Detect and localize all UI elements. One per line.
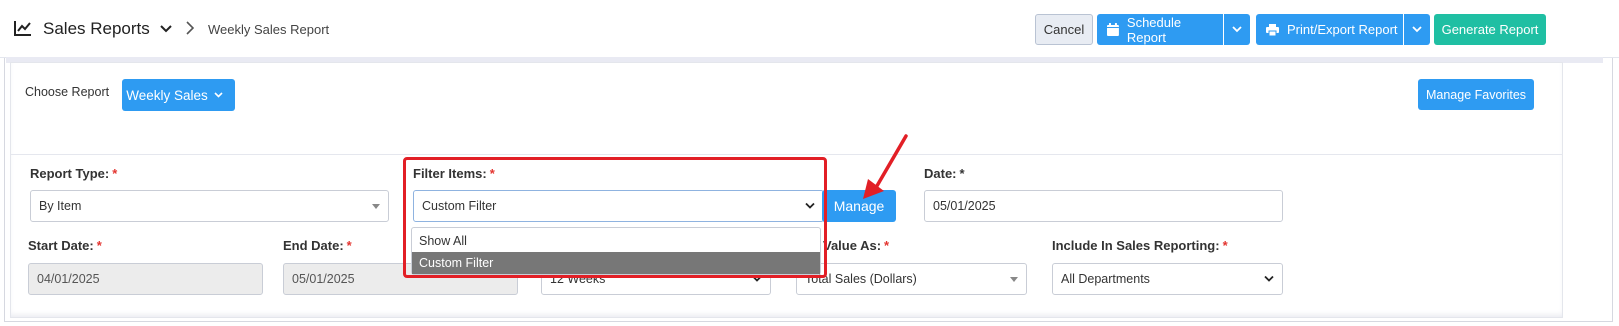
value-as-label: Value As: * (823, 238, 889, 253)
schedule-report-label: Schedule Report (1126, 14, 1182, 45)
date-input[interactable]: 05/01/2025 (924, 190, 1283, 222)
date-label-text: Date: (924, 166, 957, 181)
include-sales-value: All Departments (1061, 272, 1150, 286)
start-date-value: 04/01/2025 (37, 272, 100, 286)
generate-report-button[interactable]: Generate Report (1434, 14, 1546, 45)
chevron-down-icon (1412, 26, 1422, 33)
print-export-dropdown-button[interactable] (1404, 14, 1430, 45)
date-value: 05/01/2025 (933, 199, 996, 213)
annotation-highlight-box (403, 157, 827, 278)
required-marker: * (112, 166, 118, 181)
choose-report-label: Choose Report (25, 85, 110, 99)
schedule-report-button[interactable]: Schedule Report (1097, 14, 1223, 45)
chevron-down-icon[interactable] (160, 25, 172, 33)
end-date-label: End Date: * (283, 238, 352, 253)
required-marker: * (346, 238, 352, 253)
required-marker: * (884, 238, 890, 253)
chevron-right-icon (186, 21, 194, 35)
report-type-value: By Item (39, 199, 82, 213)
chevron-down-icon (1264, 275, 1274, 282)
breadcrumb-current: Weekly Sales Report (208, 22, 330, 37)
schedule-report-dropdown-button[interactable] (1224, 14, 1250, 45)
end-date-label-text: End Date: (283, 238, 344, 253)
required-marker: * (96, 238, 102, 253)
start-date-input: 04/01/2025 (28, 263, 263, 295)
calendar-icon (1107, 23, 1119, 36)
include-sales-label: Include In Sales Reporting: * (1052, 238, 1228, 253)
chevron-down-icon (214, 92, 223, 98)
print-export-button[interactable]: Print/Export Report (1256, 14, 1403, 45)
manage-favorites-button[interactable]: Manage Favorites (1418, 79, 1534, 110)
report-type-select[interactable]: By Item (30, 190, 389, 222)
annotation-arrow-icon (863, 134, 908, 199)
report-type-label-text: Report Type: (30, 166, 110, 181)
printer-icon (1266, 23, 1279, 36)
required-marker: * (959, 166, 965, 181)
value-as-label-text: Value As: (823, 238, 882, 253)
section-divider (11, 154, 1563, 155)
print-export-label: Print/Export Report (1287, 22, 1398, 37)
choose-report-dropdown[interactable]: Weekly Sales (122, 79, 235, 111)
app-title: Sales Reports (43, 19, 150, 38)
include-sales-select[interactable]: All Departments (1052, 263, 1283, 295)
top-header: Sales Reports Weekly Sales Report Cancel… (0, 0, 1619, 58)
value-as-select[interactable]: Total Sales (Dollars) (796, 263, 1027, 295)
start-date-label-text: Start Date: (28, 238, 94, 253)
end-date-value: 05/01/2025 (292, 272, 355, 286)
required-marker: * (1222, 238, 1228, 253)
chevron-down-icon (1232, 26, 1242, 33)
choose-report-value: Weekly Sales (126, 87, 208, 103)
start-date-label: Start Date: * (28, 238, 102, 253)
cancel-button[interactable]: Cancel (1035, 14, 1093, 45)
line-chart-icon (14, 21, 31, 36)
date-label: Date: * (924, 166, 965, 181)
report-type-label: Report Type: * (30, 166, 117, 181)
include-sales-label-text: Include In Sales Reporting: (1052, 238, 1220, 253)
caret-down-icon (1010, 277, 1018, 282)
caret-down-icon (372, 204, 380, 209)
